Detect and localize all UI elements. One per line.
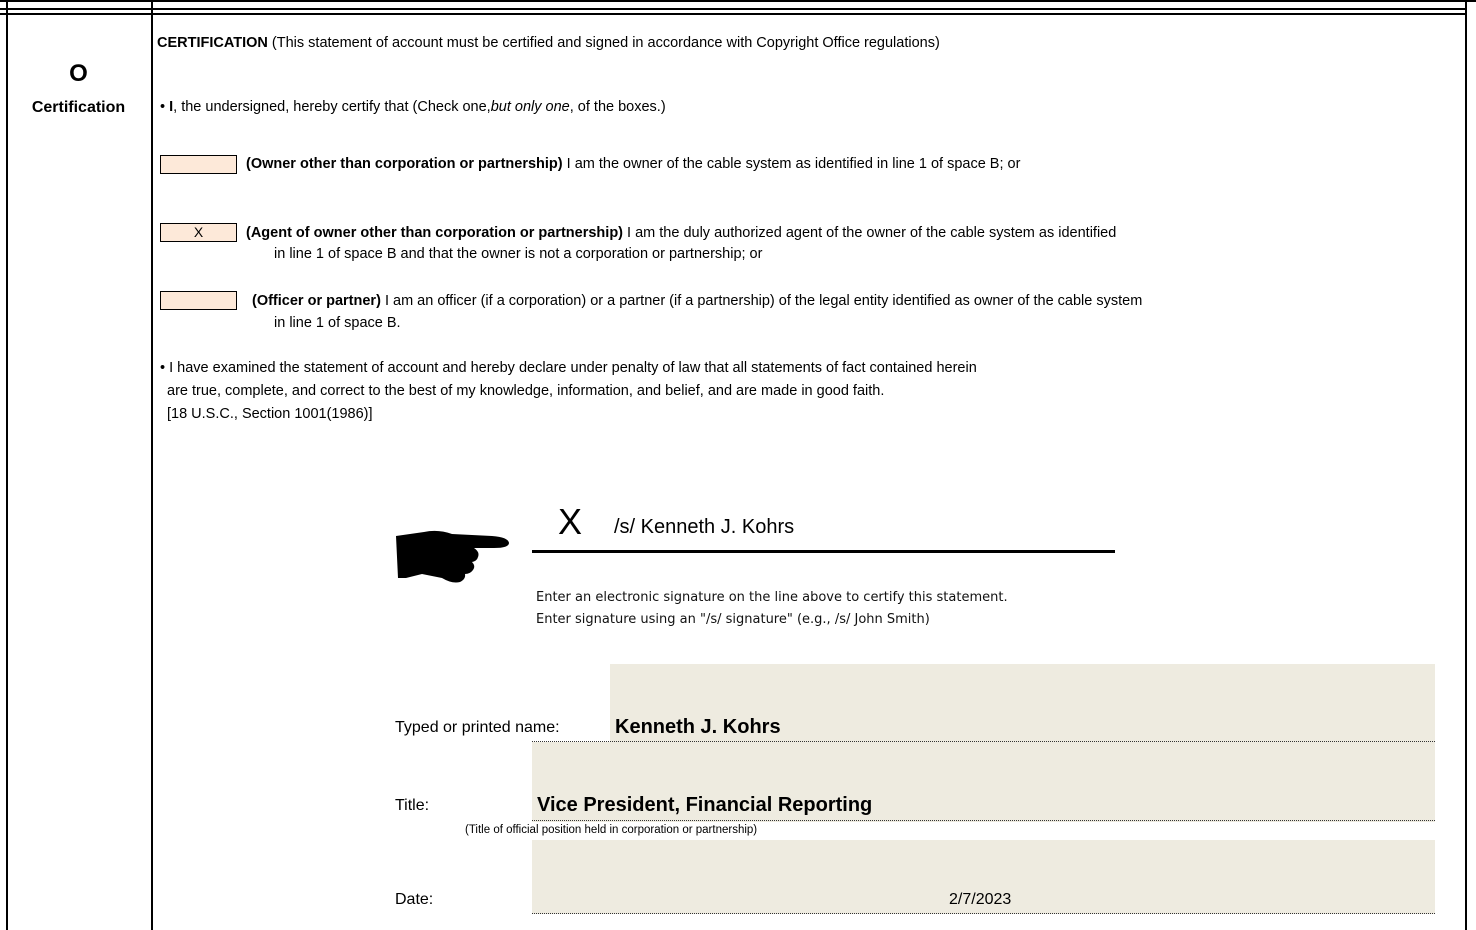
heading-label: CERTIFICATION xyxy=(157,35,268,51)
intro-italic: but only one xyxy=(490,99,570,115)
date-underline xyxy=(532,913,1435,914)
date-field[interactable]: 2/7/2023 xyxy=(949,891,1011,909)
signature-instruction-2: Enter signature using an "/s/ signature"… xyxy=(536,612,930,627)
name-field[interactable]: Kenneth J. Kohrs xyxy=(615,716,781,739)
owner-option-text: (Owner other than corporation or partner… xyxy=(246,156,1020,172)
intro-end: , of the boxes.) xyxy=(569,99,666,115)
officer-checkbox[interactable] xyxy=(160,291,237,310)
section-letter: O xyxy=(69,60,88,87)
title-hint: (Title of official position held in corp… xyxy=(465,824,758,836)
signature-instruction-1: Enter an electronic signature on the lin… xyxy=(536,590,1008,605)
heading-note: (This statement of account must be certi… xyxy=(267,35,940,51)
declaration-line3: [18 U.S.C., Section 1001(1986)] xyxy=(167,406,373,422)
certification-page: O Certification CERTIFICATION (This stat… xyxy=(0,0,1476,930)
title-field[interactable]: Vice President, Financial Reporting xyxy=(537,794,872,817)
officer-option-bold: (Officer or partner) xyxy=(252,293,381,309)
intro-bullet: • xyxy=(160,99,170,115)
title-label: Title: xyxy=(395,797,430,814)
date-label: Date: xyxy=(395,891,434,908)
agent-option-desc: I am the duly authorized agent of the ow… xyxy=(623,225,1117,241)
officer-option-text: (Officer or partner) I am an officer (if… xyxy=(252,293,1142,309)
column-divider xyxy=(151,0,153,930)
top-rule xyxy=(0,0,1476,2)
intro-text: , the undersigned, hereby certify that (… xyxy=(173,99,491,115)
pointing-hand-icon xyxy=(396,530,509,583)
owner-checkbox[interactable] xyxy=(160,155,237,174)
declaration-line2: are true, complete, and correct to the b… xyxy=(167,383,885,399)
signature-x-mark: X xyxy=(558,501,583,542)
top-double-rule-2 xyxy=(0,13,1467,15)
left-border xyxy=(6,0,8,930)
certify-intro: • I, the undersigned, hereby certify tha… xyxy=(160,99,666,115)
signature-line xyxy=(532,550,1115,553)
agent-option-line2: in line 1 of space B and that the owner … xyxy=(274,246,763,262)
right-border xyxy=(1465,0,1467,930)
owner-option-desc: I am the owner of the cable system as id… xyxy=(562,156,1021,172)
officer-option-line2: in line 1 of space B. xyxy=(274,315,401,331)
signature-value[interactable]: /s/ Kenneth J. Kohrs xyxy=(614,516,794,539)
title-underline xyxy=(532,820,1435,821)
certification-heading: CERTIFICATION (This statement of account… xyxy=(157,35,940,51)
name-label: Typed or printed name: xyxy=(395,719,560,736)
agent-checkbox[interactable]: X xyxy=(160,223,237,242)
name-underline xyxy=(532,741,1435,742)
top-double-rule-1 xyxy=(0,8,1467,10)
owner-option-bold: (Owner other than corporation or partner… xyxy=(246,156,563,172)
agent-option-bold: (Agent of owner other than corporation o… xyxy=(246,225,623,241)
officer-option-desc: I am an officer (if a corporation) or a … xyxy=(380,293,1143,309)
declaration-line1: • I have examined the statement of accou… xyxy=(160,360,977,376)
agent-option-text: (Agent of owner other than corporation o… xyxy=(246,225,1116,241)
section-name: Certification xyxy=(31,99,126,116)
